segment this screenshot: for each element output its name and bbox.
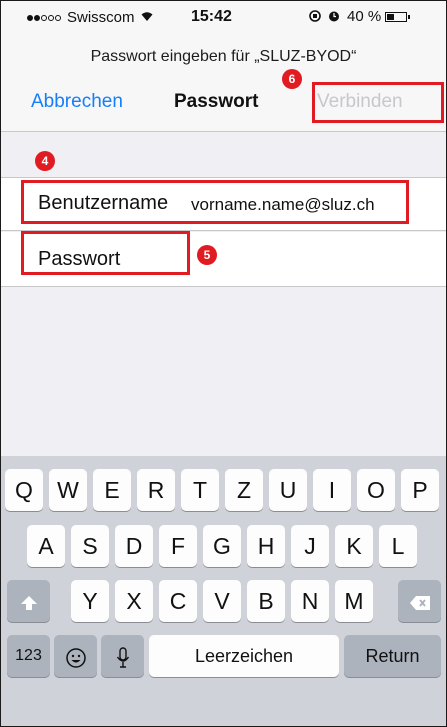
- shift-icon: [20, 588, 38, 614]
- key-o[interactable]: O: [357, 469, 395, 511]
- key-k[interactable]: K: [335, 525, 373, 567]
- carrier-name: Swisscom: [67, 9, 135, 26]
- annotation-box-username: [21, 180, 409, 224]
- signal-dot: [27, 14, 33, 21]
- key-z[interactable]: Z: [225, 469, 263, 511]
- key-m[interactable]: M: [335, 580, 373, 622]
- emoji-icon: [65, 643, 87, 669]
- status-right: 40 %: [309, 8, 411, 25]
- network-prompt: Passwort eingeben für „SLUZ-BYOD“: [90, 48, 357, 65]
- key-g[interactable]: G: [203, 525, 241, 567]
- numbers-key[interactable]: 123: [7, 635, 50, 677]
- key-n[interactable]: N: [291, 580, 329, 622]
- key-i[interactable]: I: [313, 469, 351, 511]
- key-x[interactable]: X: [115, 580, 153, 622]
- space-key[interactable]: Leerzeichen: [149, 635, 339, 677]
- status-bar: Swisscom 15:42 40 %: [1, 1, 446, 31]
- key-e[interactable]: E: [93, 469, 131, 511]
- status-time: 15:42: [191, 8, 232, 25]
- key-v[interactable]: V: [203, 580, 241, 622]
- key-p[interactable]: P: [401, 469, 439, 511]
- key-b[interactable]: B: [247, 580, 285, 622]
- backspace-icon: [409, 588, 431, 614]
- annotation-badge-5: 5: [197, 245, 217, 265]
- key-c[interactable]: C: [159, 580, 197, 622]
- key-q[interactable]: Q: [5, 469, 43, 511]
- key-h[interactable]: H: [247, 525, 285, 567]
- emoji-key[interactable]: [54, 635, 97, 677]
- return-key[interactable]: Return: [344, 635, 441, 677]
- key-d[interactable]: D: [115, 525, 153, 567]
- delete-key[interactable]: [398, 580, 441, 622]
- signal-dot: [48, 14, 54, 21]
- wifi-icon: [140, 10, 154, 25]
- key-s[interactable]: S: [71, 525, 109, 567]
- key-y[interactable]: Y: [71, 580, 109, 622]
- signal-dot: [55, 14, 61, 21]
- key-a[interactable]: A: [27, 525, 65, 567]
- key-r[interactable]: R: [137, 469, 175, 511]
- dictation-key[interactable]: [101, 635, 144, 677]
- signal-dot: [41, 14, 47, 21]
- key-l[interactable]: L: [379, 525, 417, 567]
- keyboard: 123 Leerzeichen Return QWERTZUIOP ASDFGHJ…: [1, 456, 446, 726]
- key-f[interactable]: F: [159, 525, 197, 567]
- annotation-box-connect: [312, 82, 444, 123]
- battery-fill: [387, 13, 395, 20]
- annotation-badge-6: 6: [282, 69, 302, 89]
- battery-percent: 40 %: [347, 8, 382, 25]
- rotation-lock-icon: [309, 9, 321, 25]
- cancel-button[interactable]: Abbrechen: [31, 91, 123, 113]
- key-j[interactable]: J: [291, 525, 329, 567]
- signal-dot: [34, 14, 40, 21]
- signal-strength-icon: [27, 14, 62, 21]
- key-u[interactable]: U: [269, 469, 307, 511]
- nav-title: Passwort: [174, 91, 259, 112]
- battery-icon: [385, 11, 411, 22]
- key-w[interactable]: W: [49, 469, 87, 511]
- alarm-icon: [328, 9, 340, 25]
- shift-key[interactable]: [7, 580, 50, 622]
- battery-tip: [408, 14, 411, 19]
- iphone-screen: Swisscom 15:42 40 % Passwort eingeben fü…: [0, 0, 447, 727]
- microphone-icon: [116, 643, 130, 669]
- annotation-box-password: [21, 231, 190, 275]
- annotation-badge-4: 4: [35, 151, 55, 171]
- key-t[interactable]: T: [181, 469, 219, 511]
- status-left: Swisscom: [27, 9, 154, 26]
